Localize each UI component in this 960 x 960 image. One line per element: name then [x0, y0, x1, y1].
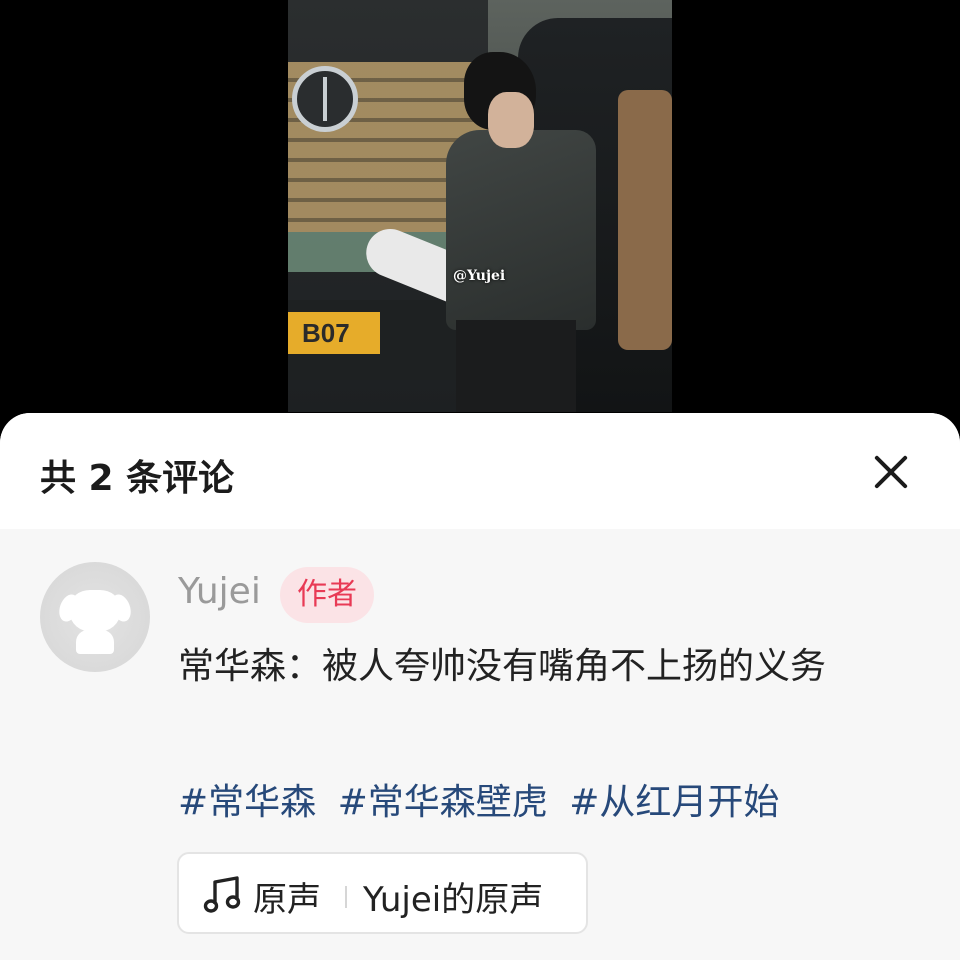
video-thumbnail[interactable]: B07 @Yujei: [288, 0, 672, 412]
original-sound-chip[interactable]: 原声 Yujei的原声: [177, 852, 588, 934]
comments-sheet: 共 2 条评论 Yujei 作者 常华森：被人夸帅没有嘴角不上扬的义务 #常华森…: [0, 413, 960, 960]
music-name: Yujei的原声: [363, 880, 544, 920]
video-area: B07 @Yujei: [0, 0, 960, 430]
dog-icon: [70, 590, 120, 632]
truck-logo: [292, 66, 358, 132]
author-badge: 作者: [280, 567, 374, 623]
hashtag-link[interactable]: #常华森: [178, 782, 316, 823]
comment-item: Yujei 作者 常华森：被人夸帅没有嘴角不上扬的义务 #常华森 #常华森壁虎 …: [0, 529, 960, 960]
music-divider: [345, 886, 347, 908]
music-note-icon: [203, 876, 241, 913]
comments-count-title: 共 2 条评论: [40, 458, 235, 499]
comment-text: 常华森：被人夸帅没有嘴角不上扬的义务: [178, 646, 827, 687]
music-label: 原声: [253, 880, 321, 920]
video-watermark: @Yujei: [453, 268, 506, 284]
comment-username[interactable]: Yujei: [178, 571, 261, 612]
hashtag-link[interactable]: #从红月开始: [569, 782, 779, 823]
person-image-element: [359, 30, 596, 412]
hashtag-list: #常华森 #常华森壁虎 #从红月开始: [178, 773, 789, 825]
license-plate: B07: [288, 312, 380, 354]
hashtag-link[interactable]: #常华森壁虎: [338, 782, 548, 823]
avatar[interactable]: [40, 562, 150, 672]
comments-header: 共 2 条评论: [0, 413, 960, 529]
close-icon[interactable]: [866, 447, 916, 497]
